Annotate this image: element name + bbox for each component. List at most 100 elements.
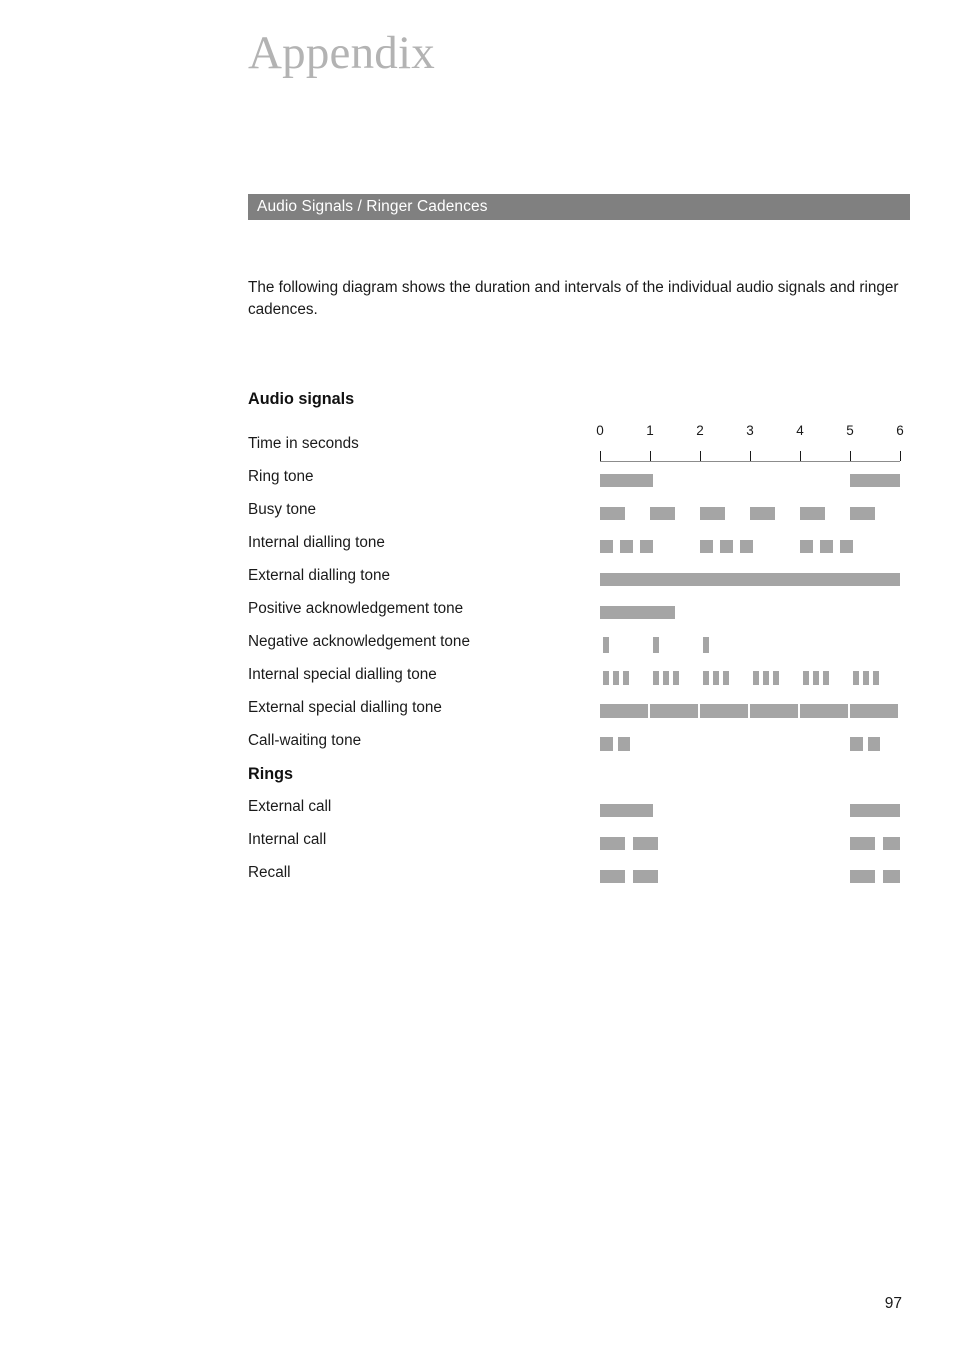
group-heading-audio-signals: Audio signals	[248, 388, 908, 421]
section-header-bar: Audio Signals / Ringer Cadences	[248, 194, 910, 220]
cadence-pulse	[840, 540, 853, 553]
signal-row-internal-dialling-tone: Internal dialling tone	[248, 532, 908, 565]
cadence-pulse	[820, 540, 833, 553]
cadence-pulse	[640, 540, 653, 553]
cadence-pulse	[700, 540, 713, 553]
signal-cadence-track	[600, 499, 910, 532]
signal-row-label: External dialling tone	[248, 567, 391, 584]
cadence-pulse	[600, 474, 653, 487]
signal-row-label: Busy tone	[248, 501, 317, 518]
cadence-pulse	[700, 507, 725, 520]
signal-row-ring-tone: Ring tone	[248, 466, 908, 499]
cadence-pulse	[650, 704, 698, 718]
signal-row-label: Call-waiting tone	[248, 732, 362, 749]
cadence-pulse	[602, 671, 609, 685]
cadence-pulse	[850, 870, 875, 883]
axis-tick	[850, 451, 851, 461]
cadence-pulse	[600, 704, 648, 718]
axis-tick	[700, 451, 701, 461]
cadence-pulse	[600, 507, 625, 520]
signal-row-label: External call	[248, 798, 332, 815]
signal-cadence-track	[600, 829, 910, 862]
cadence-pulse	[722, 671, 729, 685]
cadence-pulse	[622, 671, 629, 685]
audio-signal-timeline-diagram: Audio signals Time in seconds 0 1 2 3 4 5 6 Ring …	[248, 388, 908, 895]
cadence-pulse	[600, 573, 900, 586]
signal-cadence-track	[600, 532, 910, 565]
cadence-pulse	[702, 671, 709, 685]
group-heading-label: Rings	[248, 765, 293, 783]
cadence-pulse	[850, 704, 898, 718]
cadence-pulse	[602, 637, 609, 653]
axis-tick	[750, 451, 751, 461]
signal-row-external-special-dialling-tone: External special dialling tone	[248, 697, 908, 730]
cadence-pulse	[802, 671, 809, 685]
cadence-pulse	[850, 474, 900, 487]
time-axis-label: Time in seconds	[248, 435, 359, 452]
cadence-pulse	[620, 540, 633, 553]
cadence-pulse	[652, 671, 659, 685]
cadence-pulse	[867, 737, 880, 751]
cadence-pulse	[882, 837, 900, 850]
cadence-pulse	[600, 737, 613, 751]
cadence-pulse	[882, 870, 900, 883]
signal-row-label: Internal call	[248, 831, 327, 848]
axis-tick-label: 2	[696, 423, 704, 438]
axis-baseline	[600, 461, 900, 462]
signal-row-label: Internal special dialling tone	[248, 666, 437, 683]
axis-tick	[650, 451, 651, 461]
axis-tick-label: 5	[846, 423, 854, 438]
group-heading-label: Audio signals	[248, 390, 355, 408]
signal-cadence-track	[600, 862, 910, 895]
cadence-pulse	[872, 671, 879, 685]
cadence-pulse	[702, 637, 709, 653]
cadence-pulse	[800, 507, 825, 520]
cadence-pulse	[772, 671, 779, 685]
signal-row-external-dialling-tone: External dialling tone	[248, 565, 908, 598]
cadence-pulse	[600, 540, 613, 553]
cadence-pulse	[700, 704, 748, 718]
cadence-pulse	[800, 540, 813, 553]
signal-row-negative-acknowledgement-tone: Negative acknowledgement tone	[248, 631, 908, 664]
cadence-pulse	[750, 704, 798, 718]
cadence-pulse	[850, 804, 900, 817]
signal-row-internal-special-dialling-tone: Internal special dialling tone	[248, 664, 908, 697]
axis-tick-label: 6	[896, 423, 904, 438]
cadence-pulse	[862, 671, 869, 685]
time-axis: 0 1 2 3 4 5 6	[596, 421, 910, 466]
cadence-pulse	[672, 671, 679, 685]
cadence-pulse	[617, 737, 630, 751]
signal-row-label: Positive acknowledgement tone	[248, 600, 464, 617]
axis-tick	[800, 451, 801, 461]
signal-cadence-track	[600, 664, 910, 697]
signal-row-recall: Recall	[248, 862, 908, 895]
cadence-pulse	[632, 837, 658, 850]
signal-cadence-track	[600, 598, 910, 631]
page-title: Appendix	[248, 27, 435, 79]
cadence-pulse	[800, 704, 848, 718]
cadence-pulse	[752, 671, 759, 685]
signal-row-positive-acknowledgement-tone: Positive acknowledgement tone	[248, 598, 908, 631]
cadence-pulse	[600, 837, 625, 850]
cadence-pulse	[600, 870, 625, 883]
axis-tick-label: 1	[646, 423, 654, 438]
axis-tick	[900, 451, 901, 461]
cadence-pulse	[632, 870, 658, 883]
cadence-pulse	[852, 671, 859, 685]
group-heading-rings: Rings	[248, 763, 908, 796]
axis-tick-label: 3	[746, 423, 754, 438]
cadence-pulse	[712, 671, 719, 685]
signal-cadence-track	[600, 466, 910, 499]
signal-row-label: Negative acknowledgement tone	[248, 633, 470, 650]
signal-row-external-call: External call	[248, 796, 908, 829]
signal-cadence-track	[600, 565, 910, 598]
cadence-pulse	[600, 606, 675, 619]
cadence-pulse	[750, 507, 775, 520]
signal-row-label: Ring tone	[248, 468, 314, 485]
cadence-pulse	[612, 671, 619, 685]
signal-cadence-track	[600, 631, 910, 664]
signal-cadence-track	[600, 796, 910, 829]
signal-cadence-track	[600, 730, 910, 763]
signal-row-label: Internal dialling tone	[248, 534, 385, 551]
time-axis-row: Time in seconds 0 1 2 3 4 5 6	[248, 421, 908, 466]
